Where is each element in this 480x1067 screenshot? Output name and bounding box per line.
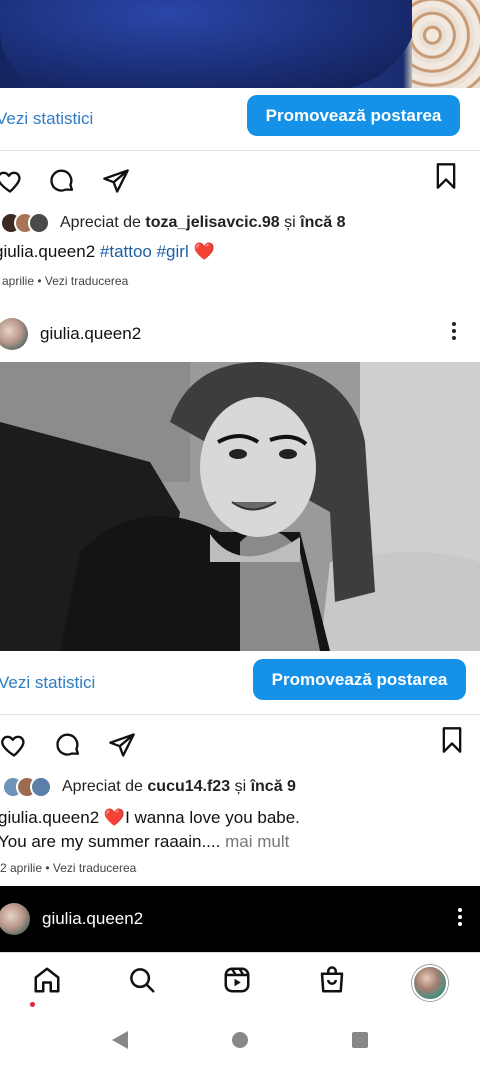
heart-icon bbox=[1, 735, 25, 757]
save-button[interactable] bbox=[436, 724, 468, 756]
heart-icon bbox=[0, 171, 21, 193]
translate-link[interactable]: Vezi traducerea bbox=[45, 274, 128, 288]
likes-more[interactable]: încă 8 bbox=[300, 214, 345, 232]
post-username[interactable]: giulia.queen2 bbox=[40, 324, 141, 344]
share-button[interactable] bbox=[106, 729, 138, 761]
likes-summary[interactable]: Apreciat de toza_jelisavcic.98 și încă 8 bbox=[0, 212, 346, 234]
share-button[interactable] bbox=[100, 165, 132, 197]
likes-and: și bbox=[284, 214, 296, 231]
post-meta: aprilie • Vezi traducerea bbox=[2, 274, 129, 288]
post-meta: 2 aprilie • Vezi traducerea bbox=[0, 861, 137, 875]
bottom-navigation bbox=[0, 952, 480, 1012]
likers-avatars bbox=[0, 212, 50, 234]
avatar[interactable] bbox=[0, 903, 30, 935]
post-username[interactable]: giulia.queen2 bbox=[42, 909, 143, 929]
likes-prefix: Apreciat de bbox=[62, 778, 143, 795]
bookmark-icon bbox=[442, 727, 462, 753]
caption-text-line2: You are my summer raaain.... bbox=[0, 832, 221, 851]
post-caption: giulia.queen2 ❤️I wanna love you babe. Y… bbox=[0, 806, 468, 854]
system-navigation-bar bbox=[0, 1012, 480, 1067]
caption-emoji: ❤️ bbox=[193, 242, 215, 261]
home-icon bbox=[34, 967, 60, 993]
translate-link[interactable]: Vezi traducerea bbox=[53, 861, 136, 875]
likes-and: și bbox=[234, 778, 247, 795]
comment-icon bbox=[50, 169, 74, 192]
view-insights-link[interactable]: Vezi statistici bbox=[0, 673, 95, 693]
divider bbox=[0, 714, 480, 715]
more-options-icon[interactable] bbox=[448, 322, 460, 344]
promote-post-button[interactable]: Promovează postarea bbox=[247, 95, 460, 136]
reels-icon bbox=[224, 967, 250, 993]
liker-avatar bbox=[30, 776, 52, 798]
comment-button[interactable] bbox=[52, 729, 84, 761]
like-button[interactable] bbox=[0, 165, 26, 197]
view-insights-link[interactable]: Vezi statistici bbox=[0, 109, 93, 129]
caption-username[interactable]: giulia.queen2 bbox=[0, 808, 99, 827]
recents-icon[interactable] bbox=[350, 1030, 370, 1050]
divider bbox=[0, 150, 480, 151]
previous-post-image[interactable] bbox=[0, 0, 480, 88]
post-image[interactable] bbox=[0, 362, 480, 651]
caption-hashtags[interactable]: #tattoo #girl bbox=[100, 242, 189, 261]
like-button[interactable] bbox=[0, 729, 30, 761]
liker-avatar bbox=[28, 212, 50, 234]
likes-prefix: Apreciat de bbox=[60, 214, 141, 231]
nav-shop[interactable] bbox=[317, 965, 347, 1000]
likes-summary[interactable]: Apreciat de cucu14.f23 și încă 9 bbox=[2, 776, 296, 798]
caption-more-link[interactable]: mai mult bbox=[225, 832, 289, 851]
post-header: giulia.queen2 bbox=[0, 318, 141, 350]
send-icon bbox=[109, 733, 135, 757]
next-post-header: giulia.queen2 bbox=[0, 886, 480, 952]
shop-icon bbox=[320, 966, 344, 993]
save-button[interactable] bbox=[430, 160, 462, 192]
likers-avatars bbox=[2, 776, 52, 798]
caption-username[interactable]: giulia.queen2 bbox=[0, 242, 95, 261]
caption-emoji: ❤️ bbox=[103, 808, 126, 827]
more-options-icon[interactable] bbox=[454, 908, 466, 930]
post-date: 2 aprilie bbox=[0, 861, 43, 875]
nav-home[interactable] bbox=[32, 965, 62, 1000]
comment-button[interactable] bbox=[46, 165, 78, 197]
home-circle-icon[interactable] bbox=[230, 1030, 250, 1050]
bookmark-icon bbox=[436, 163, 456, 189]
likes-user[interactable]: cucu14.f23 bbox=[147, 778, 230, 796]
post-caption: giulia.queen2 #tattoo #girl ❤️ bbox=[0, 242, 215, 262]
send-icon bbox=[103, 169, 129, 193]
nav-search[interactable] bbox=[127, 965, 157, 1000]
notification-dot bbox=[30, 1002, 35, 1007]
nav-profile-avatar[interactable] bbox=[411, 964, 448, 1001]
likes-more[interactable]: încă 9 bbox=[251, 778, 296, 796]
promote-post-button[interactable]: Promovează postarea bbox=[253, 659, 466, 700]
likes-user[interactable]: toza_jelisavcic.98 bbox=[145, 214, 279, 232]
search-icon bbox=[130, 968, 155, 993]
back-icon[interactable] bbox=[110, 1029, 130, 1051]
comment-icon bbox=[56, 733, 80, 756]
nav-reels[interactable] bbox=[222, 965, 252, 1000]
avatar[interactable] bbox=[0, 318, 28, 350]
post-date: aprilie bbox=[2, 274, 35, 288]
post-photo-illustration bbox=[0, 362, 480, 651]
post-header: giulia.queen2 bbox=[0, 903, 143, 935]
caption-text-line1: I wanna love you babe. bbox=[125, 808, 300, 827]
